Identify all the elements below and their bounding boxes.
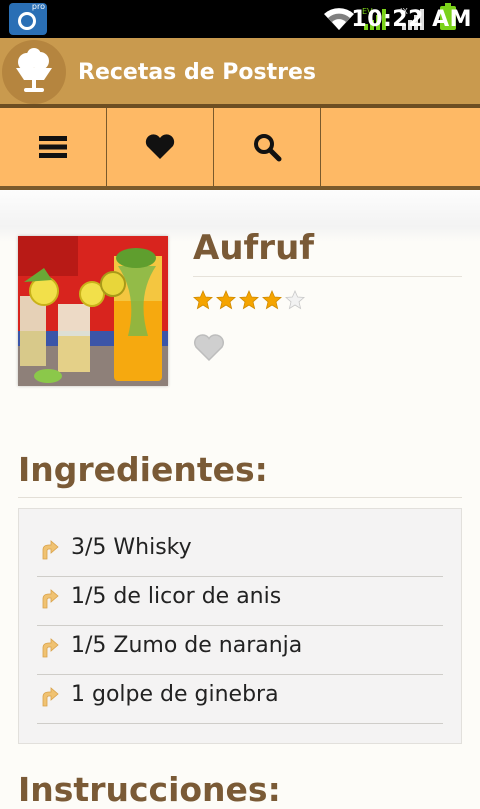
arrow-icon (42, 687, 59, 707)
recipe-photo[interactable] (18, 236, 168, 386)
list-item: 1 golpe de ginebra (37, 674, 443, 724)
ingredient-text: 3/5 Whisky (71, 535, 192, 560)
ingredients-list: 3/5 Whisky 1/5 de licor de anis 1/5 Zumo… (18, 508, 462, 744)
ingredient-text: 1/5 Zumo de naranja (71, 633, 303, 658)
toolbar (0, 108, 480, 190)
ingredients-heading: Ingredientes: (18, 450, 268, 489)
menu-button[interactable] (0, 108, 107, 186)
search-icon (254, 134, 282, 162)
action-bar: Recetas de Postres (0, 38, 480, 108)
heart-icon (145, 134, 175, 159)
title-divider (193, 276, 462, 277)
star-filled-icon (216, 290, 236, 310)
favorites-button[interactable] (107, 108, 214, 186)
camera-pro-badge: pro (31, 2, 45, 11)
ice-cream-cup-icon[interactable] (2, 40, 66, 104)
list-item: 1/5 Zumo de naranja (37, 625, 443, 675)
star-filled-icon (262, 290, 282, 310)
star-filled-icon (193, 290, 213, 310)
status-bar: pro EV IX 10:22 AM (0, 0, 480, 38)
star-empty-icon (285, 290, 305, 310)
rating-stars (193, 290, 305, 310)
star-filled-icon (239, 290, 259, 310)
camera-notification-icon[interactable]: pro (9, 2, 47, 35)
app-title: Recetas de Postres (78, 60, 316, 85)
menu-icon (39, 136, 67, 158)
arrow-icon (42, 589, 59, 609)
heart-outline-icon (193, 334, 225, 362)
list-item: 3/5 Whisky (37, 527, 443, 577)
arrow-icon (42, 540, 59, 560)
ingredients-divider (18, 497, 462, 498)
list-item: 1/5 de licor de anis (37, 576, 443, 626)
status-time: 10:22 AM (351, 7, 472, 32)
instructions-heading: Instrucciones: (18, 770, 281, 809)
search-button[interactable] (214, 108, 321, 186)
arrow-icon (42, 638, 59, 658)
ingredient-text: 1 golpe de ginebra (71, 682, 279, 707)
ingredient-text: 1/5 de licor de anis (71, 584, 282, 609)
favorite-toggle[interactable] (193, 334, 225, 366)
recipe-title: Aufruf (193, 228, 315, 268)
